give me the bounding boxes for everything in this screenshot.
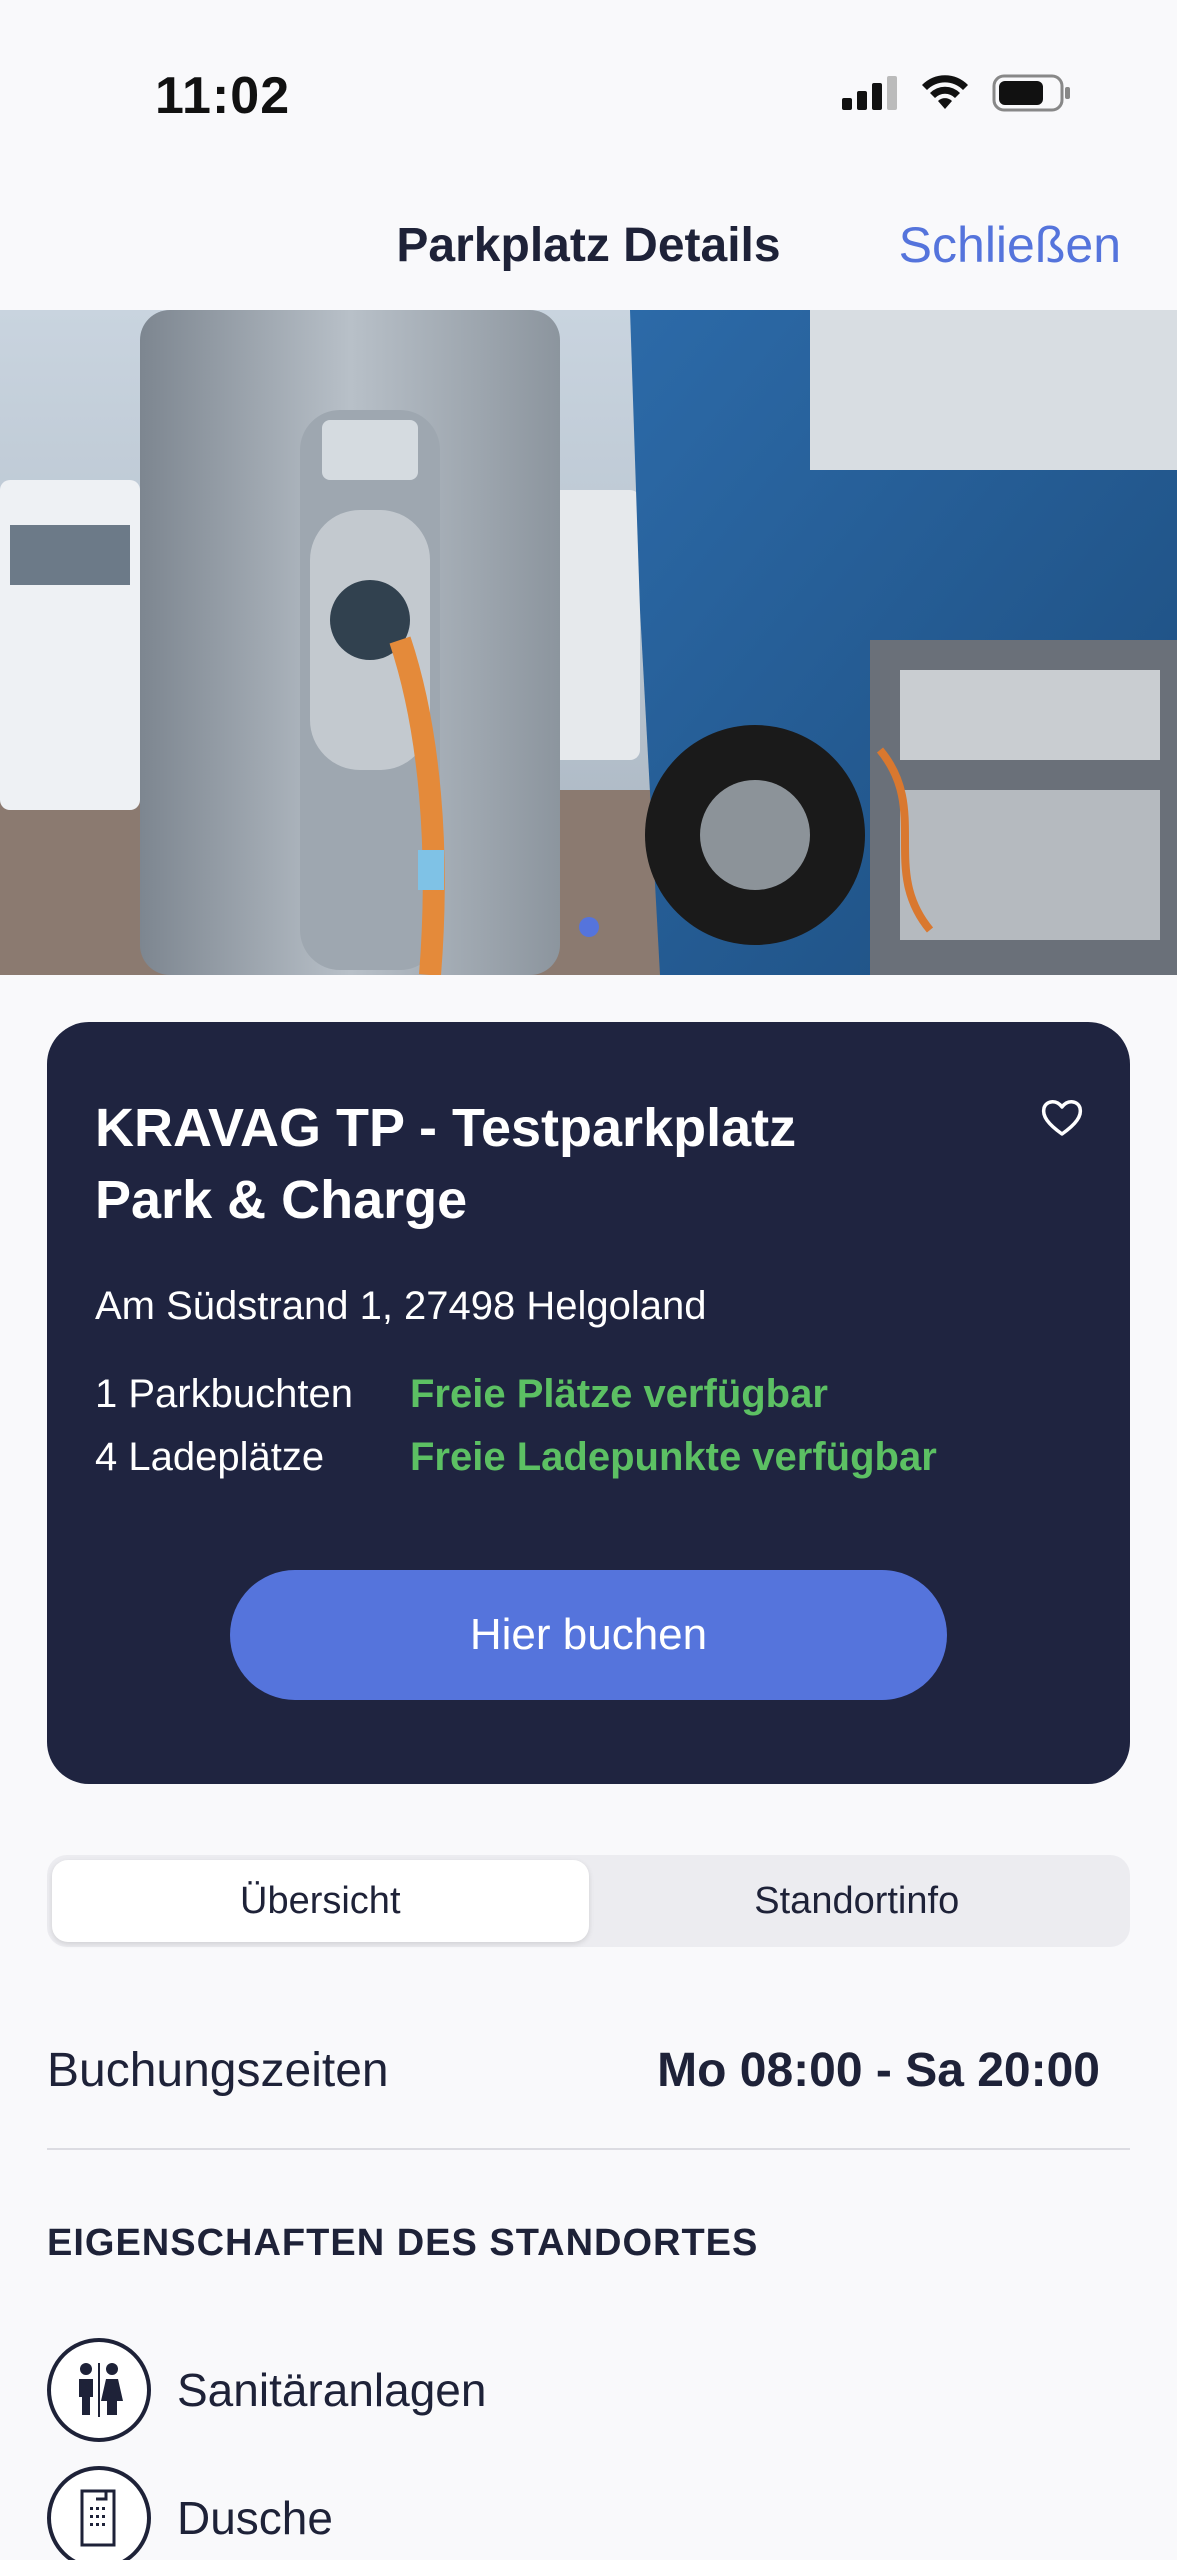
parking-info-card: KRAVAG TP - Testparkplatz Park & Charge … xyxy=(47,1022,1130,1784)
wifi-icon xyxy=(922,75,968,109)
parking-title: KRAVAG TP - Testparkplatz Park & Charge xyxy=(95,1092,975,1236)
feature-label: Sanitäranlagen xyxy=(177,2364,487,2416)
parking-title-line1: KRAVAG TP - Testparkplatz xyxy=(95,1098,797,1158)
status-time: 11:02 xyxy=(155,67,291,125)
close-button[interactable]: Schließen xyxy=(899,216,1121,274)
hero-photo xyxy=(0,310,1177,975)
charging-spots-status: Freie Ladepunkte verfügbar xyxy=(410,1435,937,1479)
charging-spots-row: 4 Ladeplätze Freie Ladepunkte verfügbar xyxy=(95,1435,937,1480)
cellular-signal-icon xyxy=(842,76,897,110)
booking-times-label: Buchungszeiten xyxy=(47,2044,389,2097)
tab-segmented-control: Übersicht Standortinfo xyxy=(47,1855,1130,1947)
carousel-dot-active[interactable] xyxy=(578,917,599,937)
tab-location-info[interactable]: Standortinfo xyxy=(589,1860,1126,1942)
divider xyxy=(47,2148,1130,2150)
hero-image-carousel[interactable] xyxy=(0,310,1177,975)
heart-icon[interactable] xyxy=(1038,1094,1086,1142)
parking-spaces-row: 1 Parkbuchten Freie Plätze verfügbar xyxy=(95,1372,828,1417)
tab-overview[interactable]: Übersicht xyxy=(52,1860,589,1942)
battery-icon xyxy=(992,74,1070,112)
book-button[interactable]: Hier buchen xyxy=(230,1570,947,1700)
feature-item-shower: Dusche xyxy=(47,2466,333,2560)
status-bar: 11:02 xyxy=(0,0,1177,190)
status-icons xyxy=(842,74,1072,112)
parking-title-line2: Park & Charge xyxy=(95,1170,468,1230)
shower-icon xyxy=(47,2466,151,2560)
restroom-icon xyxy=(47,2338,151,2442)
booking-times-value: Mo 08:00 - Sa 20:00 xyxy=(657,2044,1100,2097)
feature-item-sanitary: Sanitäranlagen xyxy=(47,2338,486,2442)
charging-spots-label: 4 Ladeplätze xyxy=(95,1435,325,1479)
parking-spaces-status: Freie Plätze verfügbar xyxy=(410,1372,828,1416)
feature-label: Dusche xyxy=(177,2492,333,2544)
parking-spaces-label: 1 Parkbuchten xyxy=(95,1372,353,1416)
carousel-page-indicator xyxy=(0,917,1177,937)
features-section-title: EIGENSCHAFTEN DES STANDORTES xyxy=(47,2222,759,2264)
parking-address: Am Südstrand 1, 27498 Helgoland xyxy=(95,1284,707,1328)
